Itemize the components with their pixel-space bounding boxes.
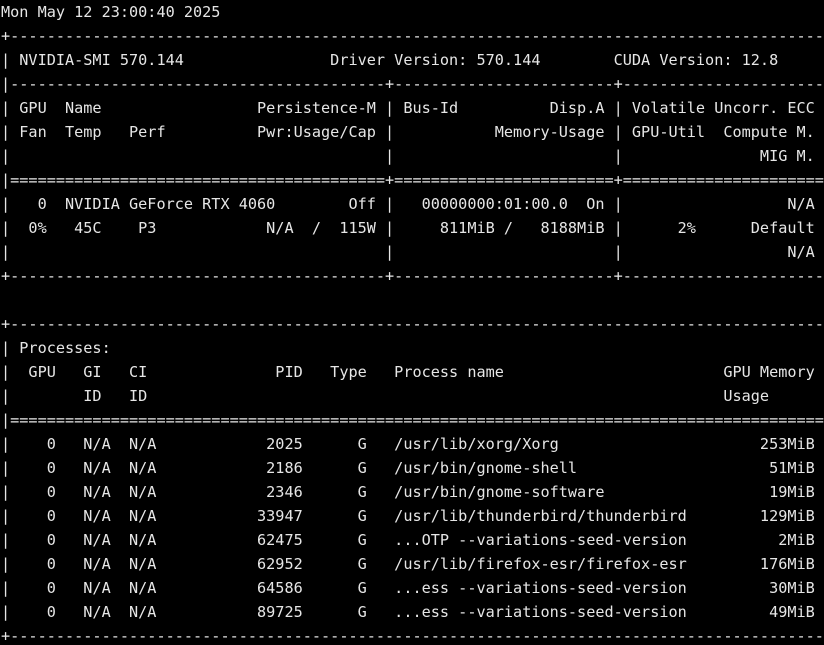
- border-divider: |---------------------------------------…: [1, 75, 824, 93]
- header-versions: | NVIDIA-SMI 570.144 Driver Version: 570…: [1, 51, 824, 69]
- process-row: | 0 N/A N/A 2346 G /usr/bin/gnome-softwa…: [1, 483, 824, 501]
- gpu-header-row-2: | Fan Temp Perf Pwr:Usage/Cap | Memory-U…: [1, 123, 824, 141]
- gpu-header-row-3: | | | MIG M. |: [1, 147, 824, 165]
- processes-separator: |=======================================…: [1, 411, 824, 429]
- processes-header-row-2: | ID ID Usage |: [1, 387, 824, 405]
- border-top: +---------------------------------------…: [1, 27, 824, 45]
- gpu-row-1: | 0 NVIDIA GeForce RTX 4060 Off | 000000…: [1, 195, 824, 213]
- process-row: | 0 N/A N/A 62475 G ...OTP --variations-…: [1, 531, 824, 549]
- processes-header-row-1: | GPU GI CI PID Type Process name GPU Me…: [1, 363, 824, 381]
- process-row: | 0 N/A N/A 64586 G ...ess --variations-…: [1, 579, 824, 597]
- gpu-header-separator: |=======================================…: [1, 171, 824, 189]
- processes-title: | Processes: |: [1, 339, 824, 357]
- timestamp-line: Mon May 12 23:00:40 2025: [1, 3, 221, 21]
- gpu-header-row-1: | GPU Name Persistence-M | Bus-Id Disp.A…: [1, 99, 824, 117]
- process-row: | 0 N/A N/A 2025 G /usr/lib/xorg/Xorg 25…: [1, 435, 824, 453]
- terminal-output[interactable]: Mon May 12 23:00:40 2025 +--------------…: [0, 0, 824, 645]
- gpu-table-bottom: +---------------------------------------…: [1, 267, 824, 285]
- gpu-row-3: | | | N/A |: [1, 243, 824, 261]
- process-row: | 0 N/A N/A 33947 G /usr/lib/thunderbird…: [1, 507, 824, 525]
- processes-border-bottom: +---------------------------------------…: [1, 627, 824, 645]
- process-row: | 0 N/A N/A 2186 G /usr/bin/gnome-shell …: [1, 459, 824, 477]
- gpu-row-2: | 0% 45C P3 N/A / 115W | 811MiB / 8188Mi…: [1, 219, 824, 237]
- processes-border-top: +---------------------------------------…: [1, 315, 824, 333]
- process-row: | 0 N/A N/A 62952 G /usr/lib/firefox-esr…: [1, 555, 824, 573]
- process-row: | 0 N/A N/A 89725 G ...ess --variations-…: [1, 603, 824, 621]
